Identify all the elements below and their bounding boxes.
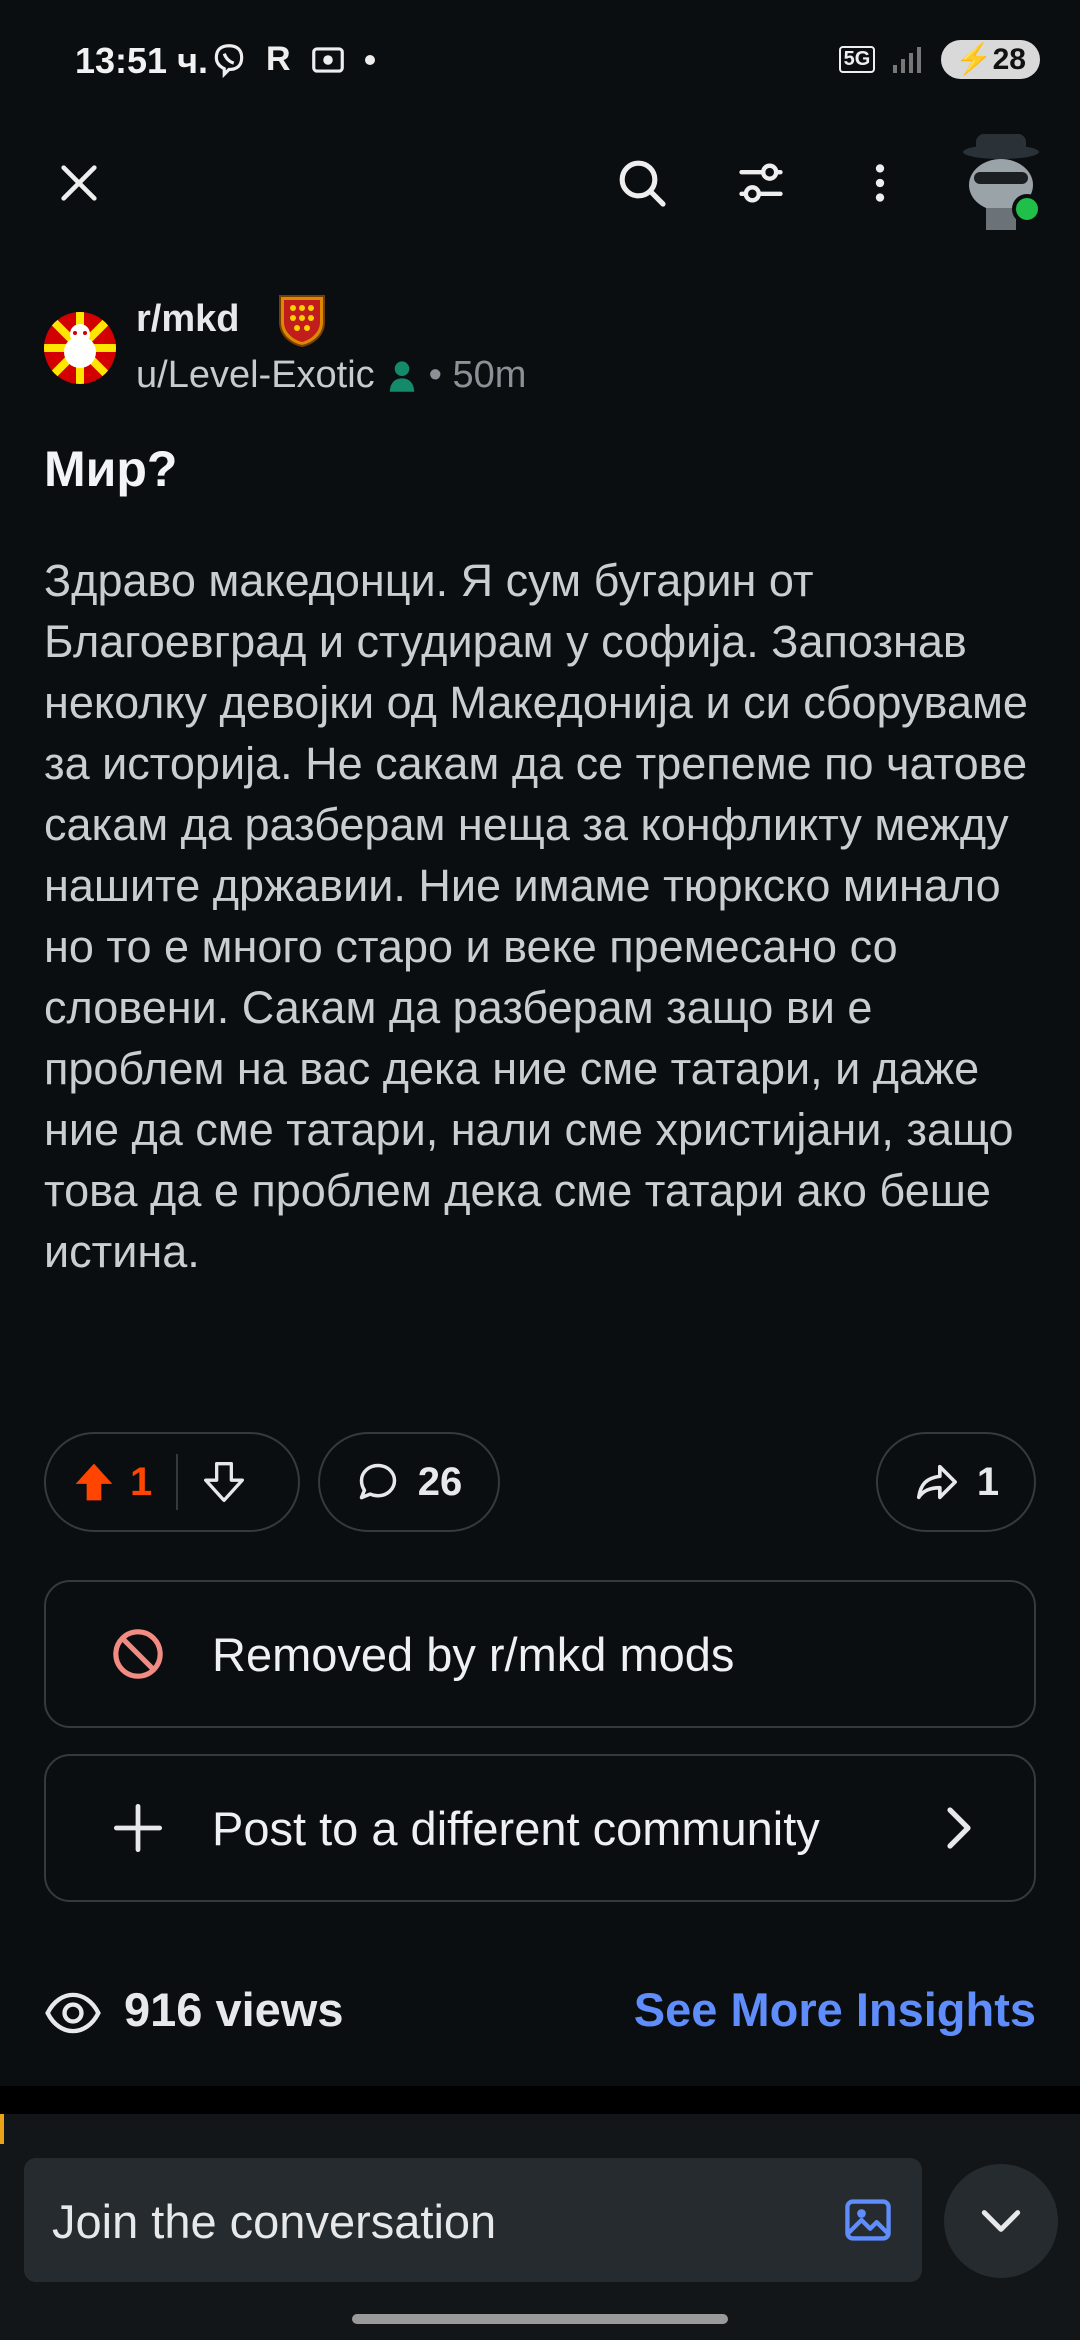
collapse-button[interactable] xyxy=(944,2164,1058,2278)
removed-icon-wrap xyxy=(108,1624,168,1684)
signal-icon xyxy=(893,46,922,73)
macedonia-flag-snoo-icon xyxy=(44,312,116,384)
share-count: 1 xyxy=(976,1459,1000,1504)
close-icon xyxy=(61,165,97,201)
scroll-marker xyxy=(0,2114,4,2144)
close-button[interactable] xyxy=(44,148,114,218)
top-bar xyxy=(0,120,1080,240)
comment-input-placeholder[interactable]: Join the conversation xyxy=(52,2194,496,2249)
add-image-icon[interactable] xyxy=(842,2194,894,2246)
post-age: • 50m xyxy=(428,354,527,396)
search-icon xyxy=(619,160,666,207)
plus-icon xyxy=(113,1803,163,1853)
comment-count: 26 xyxy=(417,1459,463,1504)
downvote-button[interactable] xyxy=(202,1460,246,1504)
status-icons-right: 5G ⚡28 xyxy=(838,40,1040,79)
more-vertical-icon xyxy=(875,164,885,202)
r-letter-icon: R xyxy=(266,40,291,78)
vote-divider xyxy=(176,1454,179,1510)
vote-control: 1 xyxy=(44,1432,300,1532)
online-status-dot xyxy=(1012,194,1042,224)
plus-icon-wrap xyxy=(108,1798,168,1858)
subreddit-avatar[interactable] xyxy=(44,312,116,384)
battery-indicator: ⚡28 xyxy=(941,40,1040,79)
author-name[interactable]: u/Level-Exotic xyxy=(136,354,375,397)
downvote-arrow-icon xyxy=(204,1462,245,1502)
viber-icon xyxy=(214,43,244,78)
post-actions: 1 26 1 xyxy=(44,1432,1036,1536)
upvote-arrow-icon xyxy=(75,1463,113,1501)
share-arrow-icon xyxy=(916,1464,957,1500)
user-flair-icon xyxy=(389,360,414,392)
search-button[interactable] xyxy=(607,148,677,218)
screen-capture-icon xyxy=(311,46,344,73)
subreddit-emblem-icon xyxy=(274,292,330,348)
status-bar: 13:51 ч. R 5G ⚡28 xyxy=(0,0,1080,130)
dot-icon xyxy=(364,54,375,65)
filter-button[interactable] xyxy=(726,148,796,218)
comment-composer[interactable]: Join the conversation xyxy=(24,2158,922,2282)
see-more-insights-link[interactable]: See More Insights xyxy=(634,1982,1036,2037)
vote-count: 1 xyxy=(130,1459,153,1504)
comments-button[interactable]: 26 xyxy=(318,1432,500,1532)
network-5g-icon: 5G xyxy=(838,46,876,73)
post-title: Мир? xyxy=(44,441,178,497)
chevron-right-icon xyxy=(947,1807,971,1849)
removed-label: Removed by r/mkd mods xyxy=(212,1627,735,1681)
user-avatar[interactable] xyxy=(956,130,1046,230)
post-to-different-community-button[interactable]: Post to a different community xyxy=(44,1754,1036,1902)
prohibited-icon xyxy=(113,1629,163,1679)
post-body: Здраво македонци. Я сум бугарин от Благо… xyxy=(44,555,1028,1277)
views-count: 916 views xyxy=(124,1983,344,2036)
status-time: 13:51 ч. xyxy=(75,40,208,81)
upvote-button[interactable]: 1 xyxy=(72,1460,152,1505)
comment-bubble-icon xyxy=(359,1463,396,1500)
status-icons-left: R xyxy=(210,40,375,79)
filter-icon xyxy=(739,163,783,203)
removed-notice: Removed by r/mkd mods xyxy=(44,1580,1036,1728)
home-indicator[interactable] xyxy=(352,2314,728,2324)
share-button[interactable]: 1 xyxy=(876,1432,1036,1532)
author-line: u/Level-Exotic • 50m xyxy=(136,354,526,397)
more-options-button[interactable] xyxy=(845,148,915,218)
subreddit-name[interactable]: r/mkd xyxy=(136,298,239,341)
crosspost-label: Post to a different community xyxy=(212,1801,820,1855)
insights-row: 916 views See More Insights xyxy=(44,1976,1036,2046)
post-header: r/mkd u/Level-Exotic • 50m xyxy=(44,292,1044,412)
eye-icon xyxy=(45,1992,101,2034)
separator-band xyxy=(0,2086,1080,2114)
chevron-down-icon xyxy=(981,2210,1021,2232)
